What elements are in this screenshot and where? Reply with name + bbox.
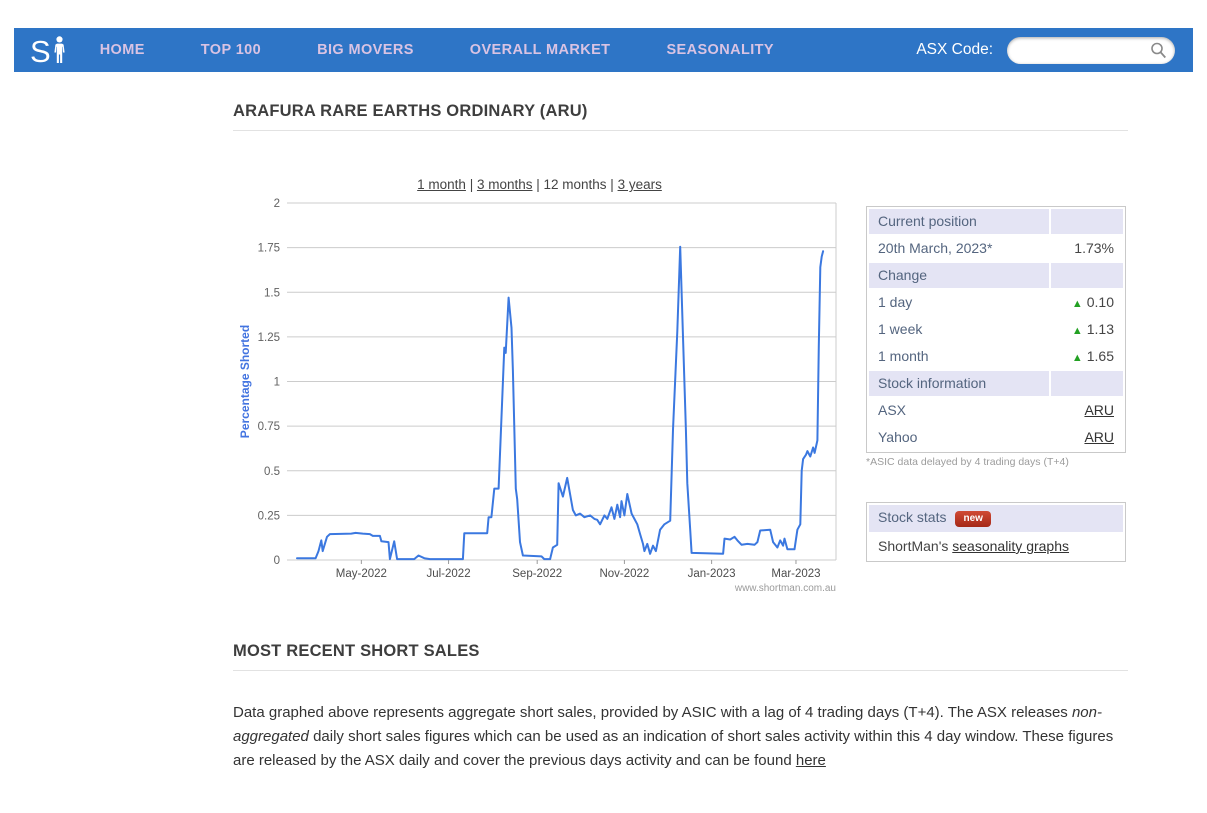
nav-links: HOME TOP 100 BIG MOVERS OVERALL MARKET SEASO… <box>100 42 830 58</box>
nav-item-top-100[interactable]: TOP 100 <box>201 42 261 58</box>
table-section-header: Stock information <box>869 371 1123 396</box>
search-pill <box>1007 37 1175 64</box>
svg-text:1.5: 1.5 <box>264 287 280 299</box>
range-separator: | <box>532 177 543 192</box>
chart-series-line <box>297 247 823 559</box>
page-title: ARAFURA RARE EARTHS ORDINARY (ARU) <box>233 102 1128 131</box>
nav-item-big-movers[interactable]: BIG MOVERS <box>317 42 414 58</box>
svg-text:0.5: 0.5 <box>264 466 280 478</box>
range-link-3-months[interactable]: 3 months <box>477 177 533 192</box>
row-value: ARU <box>1051 398 1123 423</box>
up-triangle-icon: ▲ <box>1072 352 1083 364</box>
stock-stats-title: Stock stats <box>878 509 946 525</box>
up-triangle-icon: ▲ <box>1072 298 1083 310</box>
svg-text:Nov-2022: Nov-2022 <box>599 568 649 580</box>
nav-search-group: ASX Code: <box>916 37 1175 64</box>
chart-block: 1 month | 3 months | 12 months | 3 years… <box>233 177 846 600</box>
chart-watermark: www.shortman.com.au <box>734 583 836 594</box>
new-badge: new <box>955 511 990 527</box>
row-value <box>1051 209 1123 234</box>
range-separator: | <box>466 177 477 192</box>
table-section-header: Current position <box>869 209 1123 234</box>
info-column: Current position20th March, 2023*1.73%Ch… <box>866 206 1128 600</box>
row-value <box>1051 263 1123 288</box>
stock-stats-header-cell: Stock stats new <box>869 505 1123 532</box>
main-content: ARAFURA RARE EARTHS ORDINARY (ARU) 1 mon… <box>233 102 1128 773</box>
row-value: 1.73% <box>1051 236 1123 261</box>
row-label: 1 month <box>869 344 1049 369</box>
short-sales-paragraph: Data graphed above represents aggregate … <box>233 701 1128 773</box>
time-range-links: 1 month | 3 months | 12 months | 3 years <box>233 177 846 192</box>
svg-text:1.75: 1.75 <box>258 243 280 255</box>
asx-code-label: ASX Code: <box>916 41 993 59</box>
seasonality-cell: ShortMan's seasonality graphs <box>869 534 1123 559</box>
svg-text:0: 0 <box>274 555 280 567</box>
svg-text:Jul-2022: Jul-2022 <box>426 568 470 580</box>
row-label: Yahoo <box>869 425 1049 450</box>
paragraph-part2: daily short sales figures which can be u… <box>233 728 1113 769</box>
chart-section: 1 month | 3 months | 12 months | 3 years… <box>233 177 1128 600</box>
stock-link-asx[interactable]: ARU <box>1084 402 1114 418</box>
asic-delay-footnote: *ASIC data delayed by 4 trading days (T+… <box>866 456 1128 468</box>
seasonality-prefix: ShortMan's <box>878 538 952 554</box>
svg-text:Jan-2023: Jan-2023 <box>688 568 736 580</box>
row-value: ARU <box>1051 425 1123 450</box>
svg-text:1: 1 <box>274 377 280 389</box>
svg-text:0.25: 0.25 <box>258 510 280 522</box>
range-separator: | <box>607 177 618 192</box>
short-sales-heading: MOST RECENT SHORT SALES <box>233 642 1128 671</box>
seasonality-row: ShortMan's seasonality graphs <box>869 534 1123 559</box>
here-link[interactable]: here <box>796 752 826 769</box>
row-label: Change <box>869 263 1049 288</box>
svg-text:Sep-2022: Sep-2022 <box>512 568 562 580</box>
shortman-logo[interactable]: S <box>30 36 66 65</box>
paragraph-part1: Data graphed above represents aggregate … <box>233 704 1072 721</box>
logo-letter: S <box>30 39 51 65</box>
table-row: Yahoo ARU <box>869 425 1123 450</box>
svg-text:May-2022: May-2022 <box>336 568 387 580</box>
nav-item-overall-market[interactable]: OVERALL MARKET <box>470 42 611 58</box>
row-label: 1 week <box>869 317 1049 342</box>
table-row: 1 day▲0.10 <box>869 290 1123 315</box>
stock-link-yahoo[interactable]: ARU <box>1084 429 1114 445</box>
row-label: 20th March, 2023* <box>869 236 1049 261</box>
up-triangle-icon: ▲ <box>1072 325 1083 337</box>
row-label: Current position <box>869 209 1049 234</box>
y-axis-title: Percentage Shorted <box>238 325 252 438</box>
svg-text:0.75: 0.75 <box>258 421 280 433</box>
range-link-1-month[interactable]: 1 month <box>417 177 466 192</box>
table-row: 1 month▲1.65 <box>869 344 1123 369</box>
search-icon[interactable] <box>1149 41 1168 60</box>
row-value <box>1051 371 1123 396</box>
svg-text:2: 2 <box>274 198 280 210</box>
nav-item-home[interactable]: HOME <box>100 42 145 58</box>
table-row: ASX ARU <box>869 398 1123 423</box>
position-table: Current position20th March, 2023*1.73%Ch… <box>866 206 1126 453</box>
svg-text:Mar-2023: Mar-2023 <box>771 568 820 580</box>
seasonality-graphs-link[interactable]: seasonality graphs <box>952 538 1069 554</box>
table-row: 1 week▲1.13 <box>869 317 1123 342</box>
row-label: Stock information <box>869 371 1049 396</box>
table-row: 20th March, 2023*1.73% <box>869 236 1123 261</box>
asx-code-input[interactable] <box>1013 38 1145 63</box>
top-navbar: S HOME TOP 100 BIG MOVERS OVERALL MARKET SEA… <box>14 28 1193 72</box>
range-link-12-months: 12 months <box>544 177 607 192</box>
range-link-3-years[interactable]: 3 years <box>618 177 662 192</box>
stock-stats-table: Stock stats new ShortMan's seasonality gr… <box>866 502 1126 562</box>
row-value: ▲1.13 <box>1051 317 1123 342</box>
row-value: ▲0.10 <box>1051 290 1123 315</box>
stock-stats-box: Stock stats new ShortMan's seasonality gr… <box>866 502 1128 562</box>
stock-stats-header-row: Stock stats new <box>869 505 1123 532</box>
svg-text:1.25: 1.25 <box>258 332 280 344</box>
row-label: ASX <box>869 398 1049 423</box>
person-icon <box>53 36 66 64</box>
table-section-header: Change <box>869 263 1123 288</box>
row-label: 1 day <box>869 290 1049 315</box>
row-value: ▲1.65 <box>1051 344 1123 369</box>
shorted-percentage-chart: 0 0.25 0.5 0.75 1 1.25 1.5 1.75 2 May-2022 Jul-202… <box>233 195 846 595</box>
nav-item-seasonality[interactable]: SEASONALITY <box>666 42 774 58</box>
